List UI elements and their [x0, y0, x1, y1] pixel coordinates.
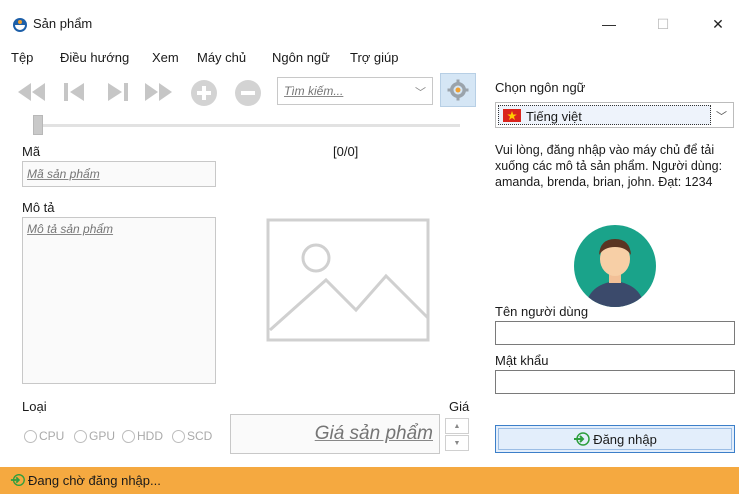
product-code-label: Mã	[22, 144, 41, 159]
menu-view[interactable]: Xem	[152, 50, 179, 65]
language-value: Tiếng việt	[526, 109, 582, 124]
description-field[interactable]	[22, 217, 216, 384]
language-select[interactable]: Tiếng việt ﹀	[495, 102, 734, 128]
radio-button-icon[interactable]	[74, 429, 87, 443]
price-label: Giá	[449, 399, 470, 414]
minimize-button[interactable]: —	[586, 8, 632, 40]
add-icon[interactable]	[190, 79, 218, 107]
radio-label: GPU	[89, 429, 116, 443]
radio-label: CPU	[39, 429, 65, 443]
status-text: Đang chờ đăng nhập...	[28, 473, 161, 488]
status-bar: Đang chờ đăng nhập...	[0, 467, 739, 494]
settings-button[interactable]	[440, 73, 476, 107]
radio-button-icon[interactable]	[122, 429, 135, 443]
price-decrement-button[interactable]: ▼	[445, 435, 469, 451]
product-code-input[interactable]	[27, 167, 207, 181]
password-label: Mật khẩu	[495, 353, 549, 368]
user-avatar-icon	[574, 225, 656, 307]
menu-file[interactable]: Tệp	[11, 50, 33, 65]
radio-label: SCD	[187, 429, 213, 443]
vietnam-flag-icon	[503, 109, 521, 122]
fast-forward-icon[interactable]	[142, 81, 174, 103]
login-button-focus-ring	[498, 428, 732, 450]
login-status-icon	[10, 474, 25, 486]
type-label: Loại	[22, 399, 47, 414]
menu-help[interactable]: Trợ giúp	[350, 50, 399, 65]
password-field[interactable]	[495, 370, 735, 394]
rewind-icon[interactable]	[16, 81, 48, 103]
skip-forward-icon[interactable]	[104, 81, 130, 103]
price-increment-button[interactable]: ▲	[445, 418, 469, 434]
login-instructions: Vui lòng, đăng nhập vào máy chủ để tải x…	[495, 143, 723, 189]
slider-track[interactable]	[40, 124, 460, 127]
menu-navigate[interactable]: Điều hướng	[60, 50, 129, 65]
username-label: Tên người dùng	[495, 304, 589, 319]
close-button[interactable]: ✕	[695, 8, 739, 40]
price-input[interactable]	[237, 423, 433, 445]
maximize-button[interactable]: ☐	[640, 8, 686, 40]
menu-server[interactable]: Máy chủ	[197, 50, 246, 65]
slider-thumb[interactable]	[33, 115, 43, 135]
login-button[interactable]: Đăng nhập	[495, 425, 735, 453]
radio-scd[interactable]: SCD	[172, 429, 212, 443]
username-field[interactable]	[495, 321, 735, 345]
radio-label: HDD	[137, 429, 163, 443]
language-label: Chọn ngôn ngữ	[495, 80, 586, 95]
product-code-field[interactable]	[22, 161, 216, 187]
radio-hdd[interactable]: HDD	[122, 429, 163, 443]
radio-gpu[interactable]: GPU	[74, 429, 115, 443]
app-logo-icon	[13, 18, 27, 32]
radio-cpu[interactable]: CPU	[24, 429, 64, 443]
radio-button-icon[interactable]	[172, 429, 185, 443]
radio-button-icon[interactable]	[24, 429, 37, 443]
chevron-down-icon[interactable]: ﹀	[716, 108, 727, 124]
language-selected-item[interactable]: Tiếng việt	[498, 105, 711, 125]
chevron-down-icon[interactable]: ﹀	[415, 84, 426, 100]
menu-language[interactable]: Ngôn ngữ	[272, 50, 330, 65]
username-input[interactable]	[496, 322, 734, 344]
record-counter: [0/0]	[333, 144, 359, 159]
search-input[interactable]	[284, 84, 404, 98]
description-label: Mô tả	[22, 200, 55, 215]
remove-icon[interactable]	[234, 79, 262, 107]
price-field[interactable]	[230, 414, 440, 454]
menu-bar: Tệp Điều hướng Xem Máy chủ Ngôn ngữ Trợ …	[0, 44, 739, 68]
password-input[interactable]	[496, 371, 734, 393]
search-combobox[interactable]: ﹀	[277, 77, 433, 105]
image-placeholder-icon	[266, 218, 430, 342]
skip-back-icon[interactable]	[62, 81, 88, 103]
description-input[interactable]	[27, 222, 211, 380]
gear-icon	[447, 79, 469, 101]
window-title: Sản phẩm	[33, 16, 93, 31]
